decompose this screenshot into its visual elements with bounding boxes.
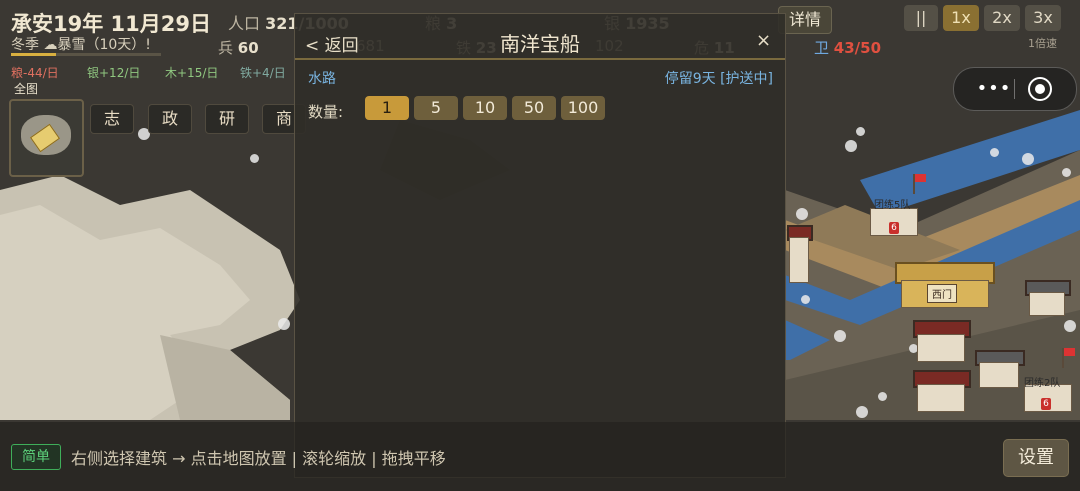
stay-status: 停留9天 [护送中] [664,71,773,87]
wood-rate: 木+15/日 [165,66,219,80]
silver-rate: 银+12/日 [87,66,141,80]
unit-barracks-2[interactable]: 团练2队 6 [1020,370,1078,416]
grain-rate: 粮-44/日 [11,66,59,80]
quantity-option-10[interactable]: 10 [463,96,507,120]
unit-level-badge: 6 [889,222,899,234]
guard-value: 43/50 [833,39,882,57]
snowflake [856,127,865,136]
iron-rate: 铁+4/日 [240,66,286,80]
more-icon[interactable]: ••• [974,77,1014,101]
dialog-title: 南洋宝船 [500,32,580,56]
controls-hint: 右侧选择建筑 → 点击地图放置 | 滚轮缩放 | 拖拽平移 [71,449,446,468]
guard-stat: 卫 43/50 [814,37,881,58]
snowflake [990,148,999,157]
soldiers-label: 兵 [218,39,234,57]
soldiers-stat: 兵 60 [218,37,259,58]
treasure-ship-dialog: < 返回 南洋宝船 × 水路 停留9天 [护送中] 数量: 1 5 10 50 … [294,13,786,478]
snowflake [834,330,846,342]
quantity-option-50[interactable]: 50 [512,96,556,120]
route-type: 水路 [308,71,336,87]
guard-label: 卫 [814,39,830,57]
close-target-icon[interactable] [1028,77,1052,101]
house[interactable] [975,350,1025,390]
speed-note: 1倍速 [1028,37,1057,50]
flag-icon [1062,348,1075,368]
snowflake [878,392,887,401]
watchtower[interactable] [785,225,815,285]
snowflake [1064,320,1076,332]
tab-records[interactable]: 志 [90,104,134,134]
quantity-option-100[interactable]: 100 [561,96,605,120]
pause-button[interactable]: || [904,5,938,31]
unit-label: 团练2队 [1024,378,1061,389]
quantity-option-1[interactable]: 1 [365,96,409,120]
season-progress-bar [11,53,161,56]
quantity-label: 数量: [308,103,344,121]
difficulty-badge[interactable]: 简单 [11,444,61,470]
details-button[interactable]: 详情 [778,6,832,34]
snowflake [845,140,857,152]
house[interactable] [913,370,971,414]
snowflake [801,295,810,304]
snowflake [1062,168,1071,177]
tab-policy[interactable]: 政 [148,104,192,134]
snowflake [250,154,259,163]
settings-button[interactable]: 设置 [1003,439,1069,477]
title-divider [295,58,785,60]
flag-icon [913,174,926,194]
close-icon[interactable]: × [756,30,771,51]
snowflake [856,406,868,418]
unit-label: 团练5队 [874,200,911,211]
tab-research[interactable]: 研 [205,104,249,134]
snowflake [1022,153,1034,165]
miniprogram-capsule: ••• [953,67,1077,111]
snowflake [796,208,808,220]
quantity-option-5[interactable]: 5 [414,96,458,120]
unit-level-badge: 6 [1041,398,1051,410]
snowflake [278,318,290,330]
season-progress-fill [11,53,56,56]
soldiers-value: 60 [237,39,259,57]
speed-1x-button[interactable]: 1x [943,5,979,31]
weather-status: 冬季 ☁暴雪（10天）! [11,37,151,53]
unit-barracks-1[interactable]: 团练5队 6 [866,194,922,240]
house[interactable] [913,320,971,364]
full-map-label[interactable]: 全图 [14,80,38,97]
population-label: 人口 [228,14,261,33]
speed-3x-button[interactable]: 3x [1025,5,1061,31]
west-gate[interactable]: 西门 [895,262,995,312]
capsule-divider [1014,79,1015,99]
bottom-bar: 简单 右侧选择建筑 → 点击地图放置 | 滚轮缩放 | 拖拽平移 设置 [0,422,1080,491]
house[interactable] [1025,280,1071,318]
gate-sign: 西门 [927,284,957,303]
minimap[interactable] [9,99,84,177]
speed-2x-button[interactable]: 2x [984,5,1020,31]
